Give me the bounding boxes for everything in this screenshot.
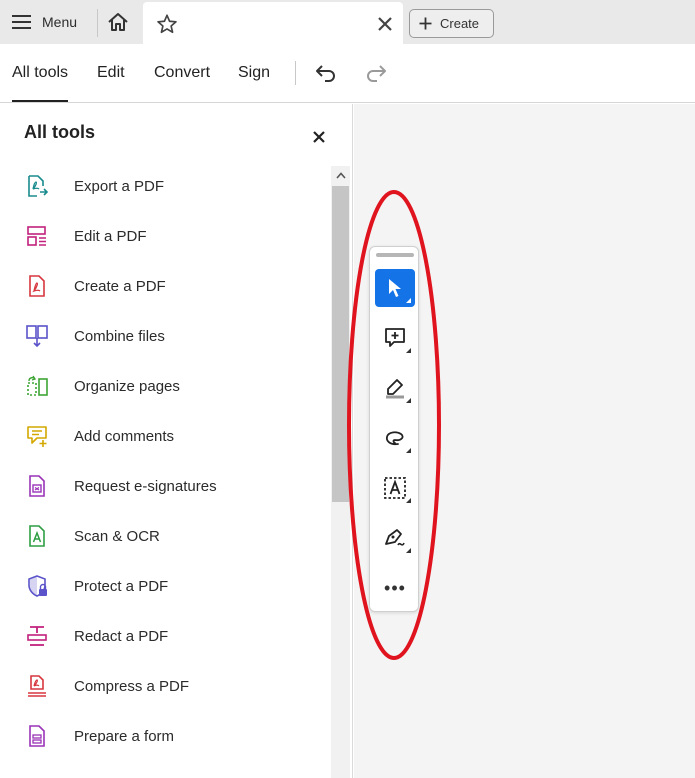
tool-label: Add comments [74, 427, 175, 445]
prepare-form-icon [24, 723, 50, 749]
tool-label: Edit a PDF [74, 227, 147, 245]
tool-compress-pdf[interactable]: Compress a PDF [24, 666, 324, 706]
dropdown-indicator [406, 298, 411, 303]
scroll-thumb[interactable] [332, 186, 349, 502]
dropdown-indicator [406, 348, 411, 353]
tool-organize-pages[interactable]: Organize pages [24, 366, 324, 406]
menu-label: Menu [42, 14, 78, 30]
dropdown-indicator [406, 548, 411, 553]
protect-pdf-icon [24, 573, 50, 599]
tool-label: Scan & OCR [74, 527, 160, 545]
tool-scan-ocr[interactable]: Scan & OCR [24, 516, 324, 556]
cursor-arrow-icon [389, 279, 401, 297]
tool-label: Create a PDF [74, 277, 166, 295]
draw-tool-button[interactable] [375, 419, 415, 457]
organize-pages-icon [24, 373, 50, 399]
plus-icon [419, 17, 432, 30]
dropdown-indicator [406, 448, 411, 453]
combine-files-icon [24, 323, 50, 349]
redo-button[interactable] [361, 58, 391, 88]
tool-request-esignatures[interactable]: Request e-signatures [24, 466, 324, 506]
star-button[interactable] [153, 10, 181, 38]
undo-icon [316, 65, 335, 82]
more-icon: ••• [384, 578, 406, 598]
redo-icon [367, 65, 386, 82]
tool-label: Export a PDF [74, 177, 165, 195]
tab-convert[interactable]: Convert [154, 44, 210, 102]
compress-pdf-icon [24, 673, 50, 699]
tool-export-pdf[interactable]: Export a PDF [24, 166, 324, 206]
close-tab-button[interactable] [371, 10, 399, 38]
title-bar: Menu Create [0, 0, 695, 44]
tool-edit-pdf[interactable]: Edit a PDF [24, 216, 324, 256]
tool-combine-files[interactable]: Combine files [24, 316, 324, 356]
tool-create-pdf[interactable]: Create a PDF [24, 266, 324, 306]
dropdown-indicator [406, 498, 411, 503]
scan-ocr-icon [24, 523, 50, 549]
export-pdf-icon [24, 173, 50, 199]
fill-sign-tool-button[interactable] [375, 519, 415, 557]
lasso-draw-icon [385, 431, 404, 446]
tool-add-comments[interactable]: Add comments [24, 416, 324, 456]
hamburger-icon [12, 15, 31, 29]
create-button[interactable]: Create [409, 9, 494, 38]
home-icon [108, 13, 128, 31]
add-comment-tool-button[interactable] [375, 319, 415, 357]
close-icon [313, 131, 325, 143]
tab-all-tools[interactable]: All tools [12, 44, 69, 102]
scroll-up-button[interactable] [331, 166, 350, 184]
pen-sign-icon [385, 529, 405, 546]
edit-pdf-icon [24, 223, 50, 249]
create-pdf-icon [24, 273, 50, 299]
undo-button[interactable] [311, 58, 341, 88]
highlighter-icon [386, 379, 404, 399]
chevron-up-icon [335, 171, 346, 179]
text-select-icon [384, 477, 406, 499]
comment-add-icon [385, 328, 405, 347]
tool-redact-pdf[interactable]: Redact a PDF [24, 616, 324, 656]
select-tool-button[interactable] [375, 269, 415, 307]
drag-handle[interactable] [376, 253, 414, 257]
tool-label: Request e-signatures [74, 477, 217, 495]
panel-scrollbar[interactable] [331, 166, 350, 778]
tool-label: Prepare a form [74, 727, 175, 745]
menu-button[interactable]: Menu [0, 0, 96, 44]
dropdown-indicator [406, 398, 411, 403]
highlight-tool-button[interactable] [375, 369, 415, 407]
request-esignatures-icon [24, 473, 50, 499]
create-label: Create [440, 16, 480, 31]
panel-title: All tools [24, 122, 95, 142]
all-tools-panel: All tools Export a PDF Edit a PDF Create… [0, 104, 353, 778]
tab-sign[interactable]: Sign [238, 44, 270, 102]
tool-label: Redact a PDF [74, 627, 169, 645]
text-recognition-tool-button[interactable] [375, 469, 415, 507]
tool-label: Compress a PDF [74, 677, 190, 695]
more-tools-button[interactable]: ••• [375, 569, 415, 607]
panel-close-button[interactable] [308, 126, 330, 148]
tool-label: Protect a PDF [74, 577, 169, 595]
redact-pdf-icon [24, 623, 50, 649]
star-icon [157, 14, 177, 34]
add-comments-icon [24, 423, 50, 449]
home-button[interactable] [98, 0, 138, 44]
close-icon [378, 17, 392, 31]
tool-label: Organize pages [74, 377, 180, 395]
quick-tools-toolbar: ••• [369, 246, 419, 612]
tool-protect-pdf[interactable]: Protect a PDF [24, 566, 324, 606]
tab-edit[interactable]: Edit [97, 44, 125, 102]
tool-prepare-form[interactable]: Prepare a form [24, 716, 324, 756]
top-toolbar: All tools Edit Convert Sign [0, 44, 695, 103]
divider [295, 61, 296, 85]
document-tab[interactable] [143, 2, 403, 44]
tool-label: Combine files [74, 327, 165, 345]
